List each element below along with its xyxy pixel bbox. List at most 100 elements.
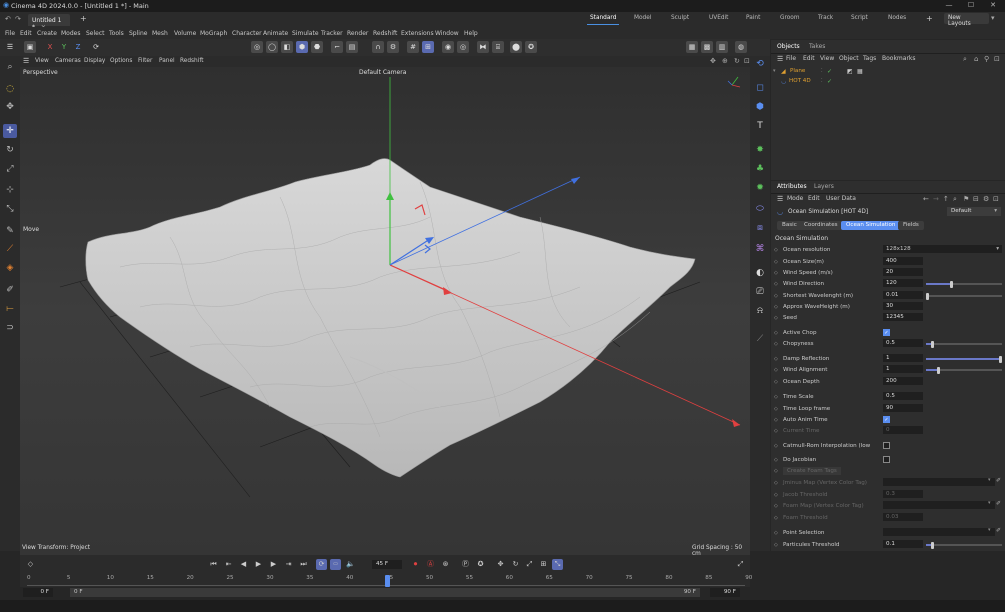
go-to-start-icon[interactable]: ⏮	[208, 559, 219, 570]
menu-character[interactable]: Character	[232, 30, 262, 37]
render-queue-icon[interactable]: ▥	[716, 41, 728, 53]
menu-tools[interactable]: Tools	[109, 30, 124, 37]
undo-view-icon[interactable]: ⟲	[754, 58, 766, 70]
layout-tab-uvedit[interactable]: UVEdit	[709, 15, 728, 21]
objects-menu-object[interactable]: Object	[839, 55, 859, 62]
back-arrow-icon[interactable]: ←	[923, 195, 929, 203]
minimize-icon[interactable]: —	[940, 1, 958, 11]
playhead[interactable]	[385, 575, 390, 587]
cloner-icon[interactable]: ♣	[754, 163, 766, 175]
param-value-field[interactable]: 20	[883, 268, 923, 276]
viewport-menu-cameras[interactable]: Cameras	[55, 58, 81, 64]
param-checkbox[interactable]	[883, 442, 890, 449]
menu-extensions[interactable]: Extensions	[401, 30, 434, 37]
param-slider[interactable]	[926, 366, 1002, 374]
objects-filter-icon[interactable]: ⚲	[984, 55, 989, 63]
param-value-field[interactable]: 0.5	[883, 392, 923, 400]
param-checkbox[interactable]	[883, 456, 890, 463]
snap-settings-icon[interactable]: ⚙	[387, 41, 399, 53]
menu-modes[interactable]: Modes	[61, 30, 80, 37]
attributes-menu-mode[interactable]: Mode	[787, 195, 803, 202]
param-value-field[interactable]: 0.5	[883, 339, 923, 347]
param-slider[interactable]	[926, 292, 1002, 300]
settings-icon[interactable]: ⚙	[983, 195, 989, 203]
slider-knob[interactable]	[926, 292, 929, 300]
layout-tab-paint[interactable]: Paint	[746, 15, 760, 21]
texture-mode-icon[interactable]: ⬣	[311, 41, 323, 53]
animate-diamond-icon[interactable]: ◇	[774, 468, 779, 474]
edges-mode-icon[interactable]: ◯	[266, 41, 278, 53]
param-checkbox[interactable]: ✓	[883, 329, 890, 336]
key-position-icon[interactable]: Ⓟ	[460, 559, 471, 570]
slider-knob[interactable]	[931, 340, 935, 348]
param-value-field[interactable]: 1	[883, 365, 923, 373]
bookmark-icon[interactable]: ⚑	[963, 195, 969, 203]
undo-icon[interactable]: ↶	[5, 15, 11, 23]
param-checkbox[interactable]: ✓	[883, 416, 890, 423]
object-mode-icon[interactable]: ▣	[24, 41, 36, 53]
cube-object-icon[interactable]: ⬢	[754, 101, 766, 113]
spline-pen-icon[interactable]: ✎	[3, 224, 17, 238]
polygons-mode-icon[interactable]: ◧	[281, 41, 293, 53]
lock-icon[interactable]: ⌸	[492, 41, 504, 53]
layout-tab-standard[interactable]: Standard	[586, 15, 620, 25]
param-slider[interactable]	[926, 340, 1002, 348]
solo-icon[interactable]: ◎	[457, 41, 469, 53]
menu-simulate[interactable]: Simulate	[292, 30, 319, 37]
viewport-maximize-icon[interactable]: ⊡	[744, 57, 750, 65]
render-active-icon[interactable]: ▩	[701, 41, 713, 53]
param-value-field[interactable]: 200	[883, 377, 923, 385]
viewport-zoom-icon[interactable]: ⊕	[722, 57, 728, 65]
layout-tab-model[interactable]: Model	[634, 15, 651, 21]
lock-panel-icon[interactable]: ⊟	[973, 195, 979, 203]
text-spline-icon[interactable]: T	[754, 120, 766, 132]
new-tab-icon[interactable]: +	[80, 14, 87, 23]
field-icon[interactable]: ⧈	[754, 222, 766, 234]
snap-icon[interactable]: ∩	[372, 41, 384, 53]
tweak-mode-icon[interactable]: ▤	[346, 41, 358, 53]
floor-icon[interactable]: ◐	[754, 267, 766, 279]
viewport-rotate-icon[interactable]: ↻	[734, 57, 740, 65]
menu-select[interactable]: Select	[86, 30, 105, 37]
viewport-menu-redshift[interactable]: Redshift	[180, 58, 204, 64]
objects-hamburger-icon[interactable]: ☰	[777, 55, 783, 63]
menu-render[interactable]: Render	[347, 30, 368, 37]
axis-tool-icon[interactable]: ⤡	[3, 202, 17, 216]
param-slider[interactable]	[926, 355, 1002, 363]
param-dropdown[interactable]: 128x128 ▾	[883, 245, 1002, 253]
object-row-plane[interactable]: ▾ ◢ Plane ⁚ ✓ ◩ ▦	[773, 66, 1003, 76]
key-param-icon[interactable]: ⊞	[538, 559, 549, 570]
tab-takes[interactable]: Takes	[809, 43, 825, 50]
menu-help[interactable]: Help	[464, 30, 478, 37]
render-region-icon[interactable]: ◉	[442, 41, 454, 53]
scale-tool-icon[interactable]: ⤢	[3, 162, 17, 176]
layout-tab-track[interactable]: Track	[818, 15, 833, 21]
objects-menu-file[interactable]: File	[786, 55, 796, 62]
menu-edit[interactable]: Edit	[20, 30, 32, 37]
layout-tab-nodes[interactable]: Nodes	[888, 15, 906, 21]
param-value-field[interactable]: 1	[883, 354, 923, 362]
3d-viewport[interactable]: Perspective Default Camera Move View Tra…	[20, 67, 750, 555]
param-slider[interactable]	[926, 280, 1002, 288]
brush-icon[interactable]: ✐	[3, 283, 17, 297]
slider-knob[interactable]	[950, 280, 954, 288]
search-icon[interactable]: ⌕	[3, 60, 17, 74]
redo-icon[interactable]: ↷	[15, 15, 21, 23]
param-value-field[interactable]: 12345	[883, 313, 923, 321]
menu-window[interactable]: Window	[435, 30, 459, 37]
selection-icon[interactable]: ◌	[3, 82, 17, 96]
render-preview-icon[interactable]: ◍	[735, 41, 747, 53]
menu-tracker[interactable]: Tracker	[321, 30, 343, 37]
sound-icon[interactable]: 🔈	[345, 559, 356, 570]
workplane-icon[interactable]: ⊞	[422, 41, 434, 53]
param-slider[interactable]	[926, 541, 1002, 549]
new-layouts-button[interactable]: New Layouts	[944, 13, 989, 27]
autokey-icon[interactable]: Ⓐ	[425, 559, 436, 570]
hamburger-icon[interactable]: ☰	[4, 41, 16, 53]
menu-create[interactable]: Create	[37, 30, 57, 37]
objects-search-icon[interactable]: ⌕	[963, 55, 967, 64]
slider-knob[interactable]	[999, 355, 1002, 363]
param-label[interactable]: Create Foam Tags	[783, 466, 841, 475]
attributes-menu-user-data[interactable]: User Data	[826, 195, 856, 202]
dropdown-chevron-icon[interactable]: ▾	[991, 14, 995, 22]
